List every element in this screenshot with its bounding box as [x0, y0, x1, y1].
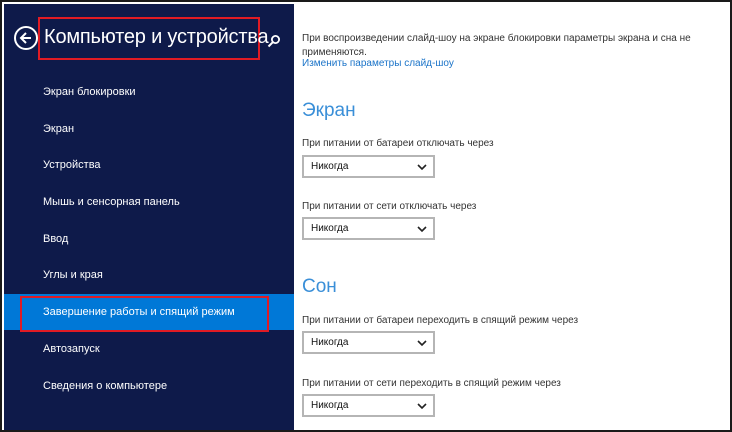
chevron-down-icon — [417, 164, 427, 171]
settings-window: Компьютер и устройства Экран блокировки … — [0, 0, 732, 432]
sidebar-item-lock-screen[interactable]: Экран блокировки — [4, 74, 294, 110]
sidebar-item-autoplay[interactable]: Автозапуск — [4, 331, 294, 367]
sleep-section-title: Сон — [302, 276, 337, 297]
chevron-down-icon — [417, 226, 427, 233]
screen-ac-label: При питании от сети отключать через — [302, 201, 477, 212]
sidebar-item-power-sleep[interactable]: Завершение работы и спящий режим — [4, 294, 294, 330]
chevron-down-icon — [417, 403, 427, 410]
sidebar-item-corners-edges[interactable]: Углы и края — [4, 257, 294, 293]
sidebar-item-typing[interactable]: Ввод — [4, 221, 294, 257]
search-button[interactable] — [267, 34, 283, 50]
change-slideshow-settings-link[interactable]: Изменить параметры слайд-шоу — [302, 58, 454, 69]
sleep-battery-select[interactable]: Никогда — [302, 331, 435, 354]
sidebar-item-devices[interactable]: Устройства — [4, 147, 294, 183]
sleep-ac-select[interactable]: Никогда — [302, 394, 435, 417]
screen-section-title: Экран — [302, 100, 356, 121]
sleep-ac-label: При питании от сети переходить в спящий … — [302, 378, 561, 389]
sidebar-item-mouse-touchpad[interactable]: Мышь и сенсорная панель — [4, 184, 294, 220]
sleep-ac-value: Никогда — [311, 400, 349, 411]
sidebar-item-pc-info[interactable]: Сведения о компьютере — [4, 368, 294, 404]
slideshow-info-text: При воспроизведении слайд-шоу на экране … — [302, 33, 691, 58]
back-arrow-icon — [19, 32, 31, 44]
search-icon — [267, 35, 280, 48]
sidebar-header: Компьютер и устройства — [4, 4, 294, 78]
sleep-battery-value: Никогда — [311, 337, 349, 348]
screen-battery-value: Никогда — [311, 161, 349, 172]
page-title: Компьютер и устройства — [44, 26, 269, 48]
screen-ac-value: Никогда — [311, 223, 349, 234]
screen-battery-label: При питании от батареи отключать через — [302, 138, 494, 149]
sleep-battery-label: При питании от батареи переходить в спящ… — [302, 315, 579, 326]
main-content: При воспроизведении слайд-шоу на экране … — [294, 4, 730, 430]
back-button[interactable] — [14, 26, 38, 50]
screen-ac-select[interactable]: Никогда — [302, 217, 435, 240]
chevron-down-icon — [417, 340, 427, 347]
sidebar-item-display[interactable]: Экран — [4, 111, 294, 147]
screen-battery-select[interactable]: Никогда — [302, 155, 435, 178]
sidebar: Компьютер и устройства Экран блокировки … — [4, 4, 294, 430]
